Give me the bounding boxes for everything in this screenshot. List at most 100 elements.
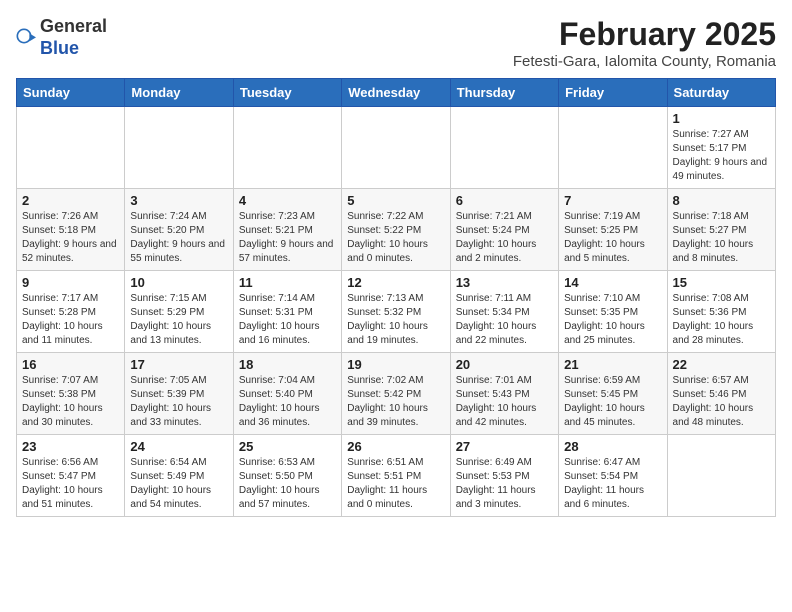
day-cell: 17 Sunrise: 7:05 AM Sunset: 5:39 PM Dayli…	[125, 353, 233, 435]
day-info: Sunrise: 7:17 AM Sunset: 5:28 PM Dayligh…	[22, 292, 119, 348]
day-info: Sunrise: 6:54 AM Sunset: 5:49 PM Dayligh…	[130, 456, 227, 512]
day-info: Sunrise: 7:23 AM Sunset: 5:21 PM Dayligh…	[239, 210, 336, 266]
day-cell: 4 Sunrise: 7:23 AM Sunset: 5:21 PM Daylig…	[233, 189, 341, 271]
day-cell: 16 Sunrise: 7:07 AM Sunset: 5:38 PM Dayli…	[17, 353, 125, 435]
day-info: Sunrise: 7:01 AM Sunset: 5:43 PM Dayligh…	[456, 374, 553, 430]
logo-icon	[16, 28, 36, 48]
header: General Blue February 2025 Fetesti-Gara,…	[16, 16, 776, 70]
day-cell: 6 Sunrise: 7:21 AM Sunset: 5:24 PM Daylig…	[450, 189, 558, 271]
day-cell: 22 Sunrise: 6:57 AM Sunset: 5:46 PM Dayli…	[667, 353, 775, 435]
day-cell: 11 Sunrise: 7:14 AM Sunset: 5:31 PM Dayli…	[233, 271, 341, 353]
day-number: 4	[239, 193, 336, 208]
day-cell: 21 Sunrise: 6:59 AM Sunset: 5:45 PM Dayli…	[559, 353, 667, 435]
day-number: 27	[456, 439, 553, 454]
day-cell	[342, 107, 450, 189]
day-number: 12	[347, 275, 444, 290]
day-info: Sunrise: 7:19 AM Sunset: 5:25 PM Dayligh…	[564, 210, 661, 266]
day-number: 23	[22, 439, 119, 454]
day-number: 5	[347, 193, 444, 208]
day-info: Sunrise: 7:13 AM Sunset: 5:32 PM Dayligh…	[347, 292, 444, 348]
day-cell	[125, 107, 233, 189]
day-number: 1	[673, 111, 770, 126]
day-info: Sunrise: 6:57 AM Sunset: 5:46 PM Dayligh…	[673, 374, 770, 430]
day-cell: 19 Sunrise: 7:02 AM Sunset: 5:42 PM Dayli…	[342, 353, 450, 435]
day-number: 18	[239, 357, 336, 372]
day-info: Sunrise: 7:07 AM Sunset: 5:38 PM Dayligh…	[22, 374, 119, 430]
logo-general-text: General	[40, 16, 107, 36]
day-cell: 26Sunrise: 6:51 AM Sunset: 5:51 PM Dayli…	[342, 435, 450, 517]
weekday-header-saturday: Saturday	[667, 79, 775, 107]
day-cell: 13 Sunrise: 7:11 AM Sunset: 5:34 PM Dayli…	[450, 271, 558, 353]
day-info: Sunrise: 7:02 AM Sunset: 5:42 PM Dayligh…	[347, 374, 444, 430]
day-info: Sunrise: 7:11 AM Sunset: 5:34 PM Dayligh…	[456, 292, 553, 348]
day-cell: 2 Sunrise: 7:26 AM Sunset: 5:18 PM Daylig…	[17, 189, 125, 271]
day-cell	[450, 107, 558, 189]
day-cell: 3 Sunrise: 7:24 AM Sunset: 5:20 PM Daylig…	[125, 189, 233, 271]
day-cell: 7 Sunrise: 7:19 AM Sunset: 5:25 PM Daylig…	[559, 189, 667, 271]
day-info: Sunrise: 7:05 AM Sunset: 5:39 PM Dayligh…	[130, 374, 227, 430]
day-number: 8	[673, 193, 770, 208]
day-info: Sunrise: 6:59 AM Sunset: 5:45 PM Dayligh…	[564, 374, 661, 430]
week-row-2: 2 Sunrise: 7:26 AM Sunset: 5:18 PM Daylig…	[17, 189, 776, 271]
day-cell	[233, 107, 341, 189]
day-cell: 10 Sunrise: 7:15 AM Sunset: 5:29 PM Dayli…	[125, 271, 233, 353]
day-number: 17	[130, 357, 227, 372]
day-info: Sunrise: 7:18 AM Sunset: 5:27 PM Dayligh…	[673, 210, 770, 266]
day-number: 14	[564, 275, 661, 290]
day-number: 24	[130, 439, 227, 454]
day-cell: 18Sunrise: 7:04 AM Sunset: 5:40 PM Dayli…	[233, 353, 341, 435]
month-title: February 2025	[513, 16, 776, 53]
day-info: Sunrise: 6:56 AM Sunset: 5:47 PM Dayligh…	[22, 456, 119, 512]
calendar-table: SundayMondayTuesdayWednesdayThursdayFrid…	[16, 78, 776, 517]
day-number: 3	[130, 193, 227, 208]
day-info: Sunrise: 7:27 AM Sunset: 5:17 PM Dayligh…	[673, 128, 770, 184]
day-number: 13	[456, 275, 553, 290]
weekday-header-row: SundayMondayTuesdayWednesdayThursdayFrid…	[17, 79, 776, 107]
day-cell	[559, 107, 667, 189]
day-cell: 28 Sunrise: 6:47 AM Sunset: 5:54 PM Dayli…	[559, 435, 667, 517]
day-cell: 12 Sunrise: 7:13 AM Sunset: 5:32 PM Dayli…	[342, 271, 450, 353]
day-cell: 9 Sunrise: 7:17 AM Sunset: 5:28 PM Daylig…	[17, 271, 125, 353]
title-area: February 2025 Fetesti-Gara, Ialomita Cou…	[513, 16, 776, 70]
day-number: 21	[564, 357, 661, 372]
day-number: 16	[22, 357, 119, 372]
day-info: Sunrise: 7:10 AM Sunset: 5:35 PM Dayligh…	[564, 292, 661, 348]
day-cell: 25Sunrise: 6:53 AM Sunset: 5:50 PM Dayli…	[233, 435, 341, 517]
day-info: Sunrise: 7:21 AM Sunset: 5:24 PM Dayligh…	[456, 210, 553, 266]
week-row-1: 1 Sunrise: 7:27 AM Sunset: 5:17 PM Daylig…	[17, 107, 776, 189]
day-number: 9	[22, 275, 119, 290]
day-number: 2	[22, 193, 119, 208]
day-cell: 23 Sunrise: 6:56 AM Sunset: 5:47 PM Dayli…	[17, 435, 125, 517]
day-info: Sunrise: 6:47 AM Sunset: 5:54 PM Dayligh…	[564, 456, 661, 512]
logo: General Blue	[16, 16, 107, 59]
day-cell	[17, 107, 125, 189]
weekday-header-tuesday: Tuesday	[233, 79, 341, 107]
day-cell	[667, 435, 775, 517]
day-info: Sunrise: 7:14 AM Sunset: 5:31 PM Dayligh…	[239, 292, 336, 348]
week-row-5: 23 Sunrise: 6:56 AM Sunset: 5:47 PM Dayli…	[17, 435, 776, 517]
day-info: Sunrise: 6:51 AM Sunset: 5:51 PM Dayligh…	[347, 456, 444, 512]
day-cell: 24 Sunrise: 6:54 AM Sunset: 5:49 PM Dayli…	[125, 435, 233, 517]
day-number: 22	[673, 357, 770, 372]
weekday-header-monday: Monday	[125, 79, 233, 107]
day-info: Sunrise: 6:49 AM Sunset: 5:53 PM Dayligh…	[456, 456, 553, 512]
weekday-header-friday: Friday	[559, 79, 667, 107]
week-row-3: 9 Sunrise: 7:17 AM Sunset: 5:28 PM Daylig…	[17, 271, 776, 353]
day-number: 25	[239, 439, 336, 454]
day-number: 7	[564, 193, 661, 208]
day-info: Sunrise: 7:26 AM Sunset: 5:18 PM Dayligh…	[22, 210, 119, 266]
week-row-4: 16 Sunrise: 7:07 AM Sunset: 5:38 PM Dayli…	[17, 353, 776, 435]
day-number: 19	[347, 357, 444, 372]
day-cell: 1 Sunrise: 7:27 AM Sunset: 5:17 PM Daylig…	[667, 107, 775, 189]
day-number: 20	[456, 357, 553, 372]
day-number: 6	[456, 193, 553, 208]
location-title: Fetesti-Gara, Ialomita County, Romania	[513, 53, 776, 70]
day-cell: 15Sunrise: 7:08 AM Sunset: 5:36 PM Dayli…	[667, 271, 775, 353]
day-info: Sunrise: 7:24 AM Sunset: 5:20 PM Dayligh…	[130, 210, 227, 266]
day-number: 11	[239, 275, 336, 290]
day-number: 10	[130, 275, 227, 290]
weekday-header-wednesday: Wednesday	[342, 79, 450, 107]
logo-blue-text: Blue	[40, 38, 79, 58]
day-info: Sunrise: 7:15 AM Sunset: 5:29 PM Dayligh…	[130, 292, 227, 348]
day-number: 28	[564, 439, 661, 454]
